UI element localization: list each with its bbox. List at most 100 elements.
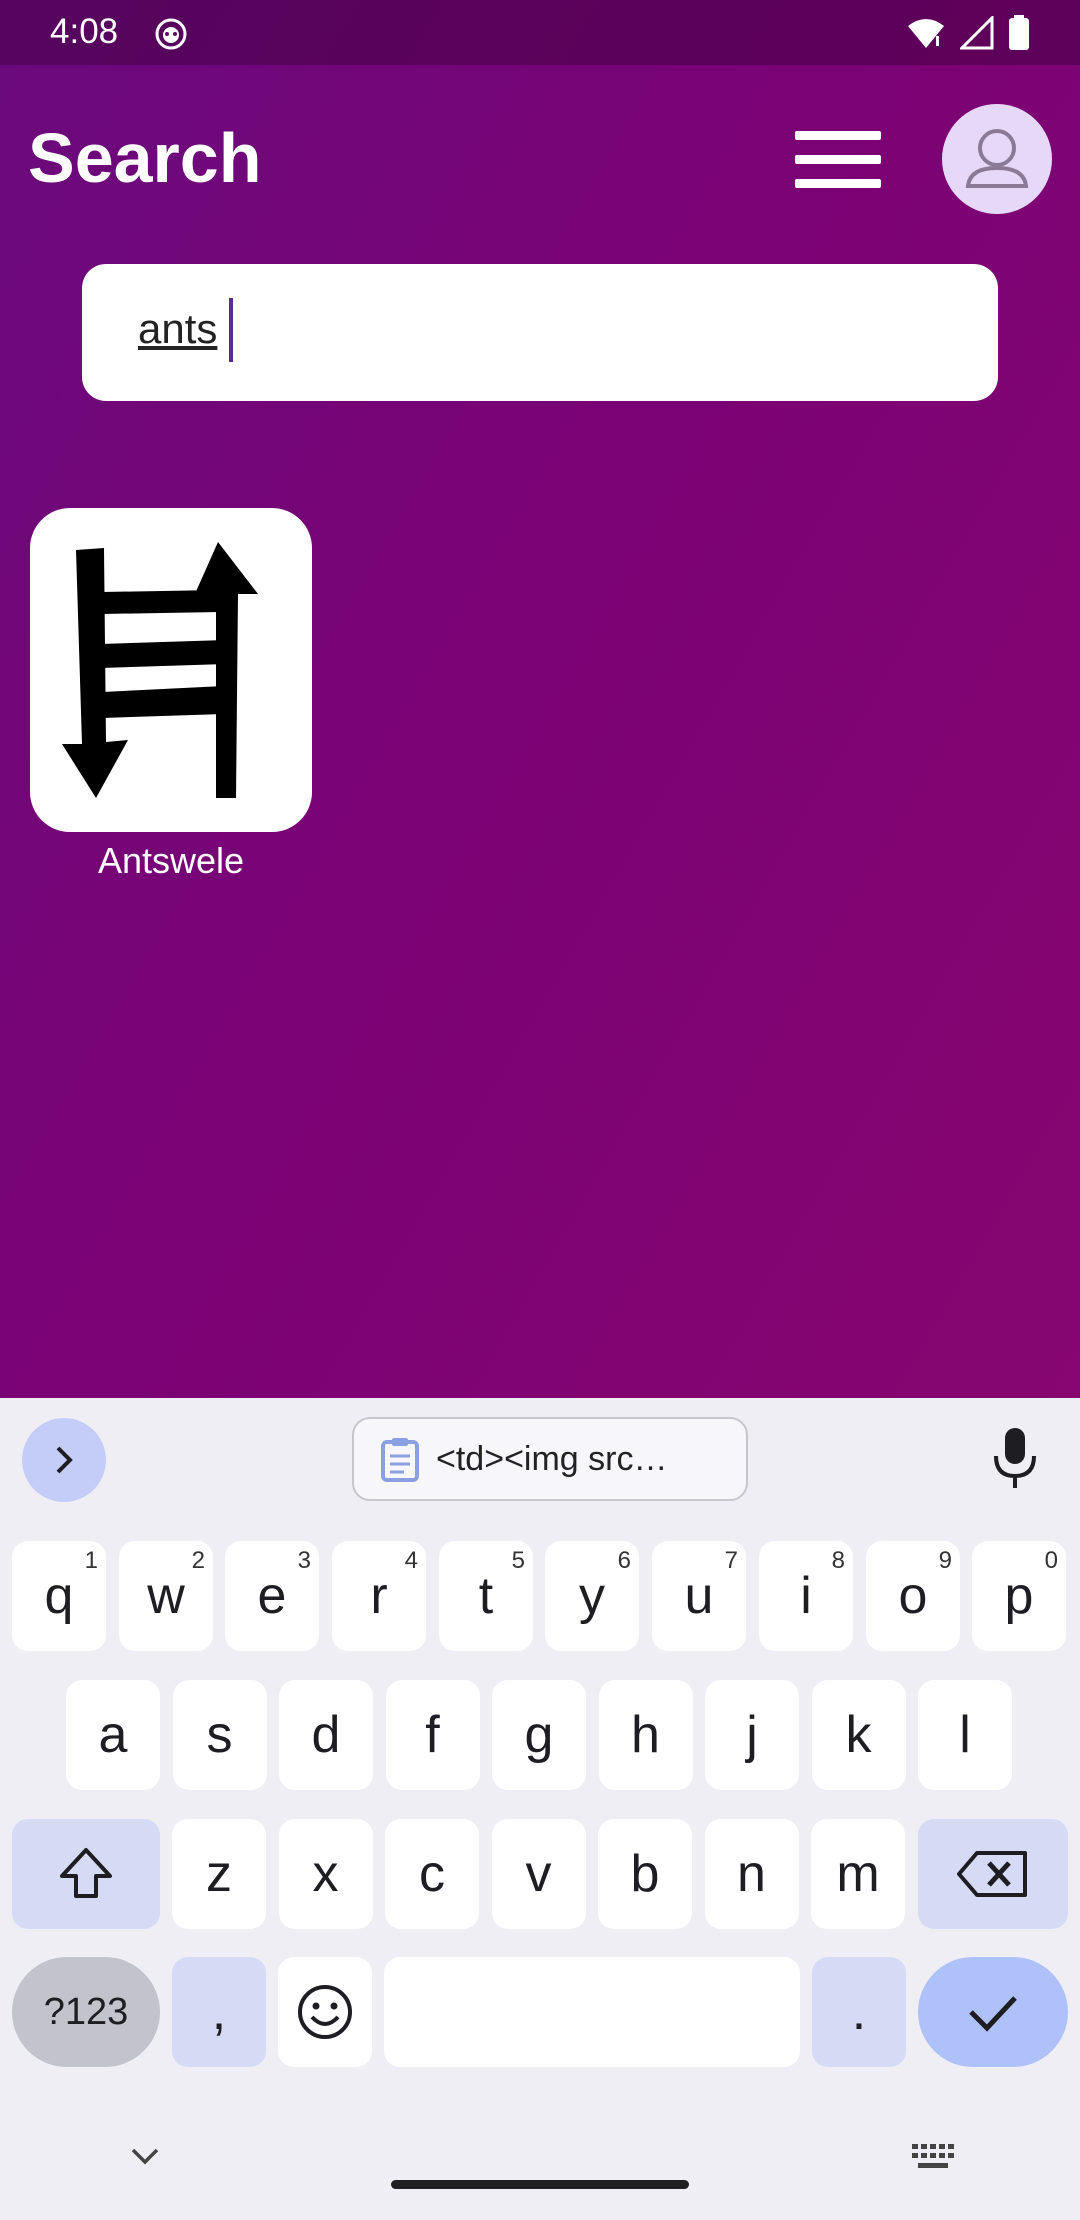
key-c[interactable]: c — [385, 1819, 479, 1929]
key-label: o — [898, 1567, 928, 1625]
key-label: t — [478, 1567, 494, 1625]
key-k[interactable]: k — [811, 1680, 906, 1790]
key-label: e — [257, 1567, 287, 1625]
checkmark-icon — [969, 1996, 1017, 2032]
microphone-icon — [994, 1428, 1036, 1488]
key-q[interactable]: q1 — [12, 1541, 106, 1651]
key-label: h — [631, 1706, 660, 1764]
page-title: Search — [28, 119, 262, 197]
key-label: p — [1004, 1567, 1034, 1625]
key-i[interactable]: i8 — [759, 1541, 853, 1651]
key-label: f — [425, 1706, 440, 1764]
search-field-container — [82, 264, 998, 401]
key-v[interactable]: v — [491, 1819, 586, 1929]
chevron-right-icon — [56, 1446, 73, 1474]
status-bar: 4:08 — [0, 0, 1080, 65]
key-label: y — [579, 1567, 605, 1625]
key-label: r — [370, 1567, 388, 1625]
backspace-key[interactable] — [918, 1819, 1068, 1929]
key-r[interactable]: r4 — [332, 1541, 426, 1651]
battery-icon — [1009, 15, 1029, 50]
hide-keyboard-chevron-icon[interactable] — [125, 2142, 165, 2170]
key-label: a — [98, 1706, 128, 1764]
enter-key[interactable] — [918, 1957, 1068, 2067]
key-d[interactable]: d — [279, 1680, 373, 1790]
space-key[interactable] — [384, 1957, 800, 2067]
clipboard-text: <td><img src… — [436, 1439, 668, 1478]
backspace-icon — [957, 1851, 1027, 1897]
key-s[interactable]: s — [172, 1680, 267, 1790]
key-number-hint: 1 — [84, 1547, 98, 1574]
key-h[interactable]: h — [598, 1680, 693, 1790]
key-number-hint: 0 — [1044, 1547, 1058, 1574]
key-y[interactable]: y6 — [545, 1541, 639, 1651]
status-time: 4:08 — [50, 12, 119, 51]
result-item[interactable]: Antswele — [30, 508, 312, 882]
keyboard-expand-button[interactable] — [22, 1418, 106, 1502]
comma-key[interactable]: , — [172, 1957, 266, 2067]
emoji-key[interactable] — [278, 1957, 372, 2067]
key-b[interactable]: b — [598, 1819, 692, 1929]
key-number-hint: 4 — [404, 1547, 418, 1574]
key-l[interactable]: l — [918, 1680, 1012, 1790]
key-number-hint: 3 — [297, 1547, 311, 1574]
shift-key[interactable] — [12, 1819, 160, 1929]
key-label: g — [524, 1706, 554, 1764]
key-a[interactable]: a — [66, 1680, 160, 1790]
wifi-icon — [908, 19, 944, 48]
key-u[interactable]: u7 — [652, 1541, 746, 1651]
key-g[interactable]: g — [492, 1680, 586, 1790]
key-label: x — [312, 1845, 339, 1903]
key-t[interactable]: t5 — [439, 1541, 533, 1651]
search-input[interactable] — [138, 294, 938, 364]
key-e[interactable]: e3 — [225, 1541, 319, 1651]
key-m[interactable]: m — [811, 1819, 905, 1929]
key-label: j — [746, 1706, 758, 1764]
key-p[interactable]: p0 — [972, 1541, 1066, 1651]
voice-input-button[interactable] — [990, 1426, 1040, 1490]
key-w[interactable]: w2 — [119, 1541, 213, 1651]
key-label: u — [684, 1567, 714, 1625]
key-o[interactable]: o9 — [866, 1541, 960, 1651]
user-avatar-button[interactable] — [942, 104, 1052, 214]
menu-line-icon — [795, 155, 881, 164]
menu-line-icon — [795, 131, 881, 140]
key-label: n — [737, 1845, 766, 1903]
shift-icon — [60, 1848, 112, 1898]
menu-line-icon — [795, 179, 881, 188]
key-n[interactable]: n — [704, 1819, 799, 1929]
cat-notification-icon — [155, 18, 187, 50]
key-z[interactable]: z — [172, 1819, 266, 1929]
key-number-hint: 6 — [617, 1547, 631, 1574]
symbols-key-label: ?123 — [43, 1990, 129, 2033]
key-label: w — [147, 1567, 185, 1625]
key-label: d — [311, 1706, 341, 1764]
symbols-key[interactable]: ?123 — [12, 1957, 160, 2067]
key-x[interactable]: x — [278, 1819, 373, 1929]
key-j[interactable]: j — [705, 1680, 799, 1790]
period-key[interactable]: . — [812, 1957, 906, 2067]
text-cursor — [229, 298, 233, 362]
key-label: k — [845, 1706, 872, 1764]
search-screen: 4:08 Search ants Antswele — [0, 0, 1080, 1398]
home-gesture-bar[interactable] — [391, 2180, 689, 2189]
keyboard-switch-icon[interactable] — [910, 2142, 958, 2172]
signal-icon — [960, 16, 994, 50]
system-icons — [906, 14, 1030, 52]
key-f[interactable]: f — [385, 1680, 480, 1790]
key-label: v — [525, 1845, 552, 1903]
period-key-label: . — [851, 1983, 867, 2041]
key-number-hint: 8 — [831, 1547, 845, 1574]
keyboard-toolbar: <td><img src… — [0, 1398, 1080, 1518]
hamburger-menu-button[interactable] — [795, 128, 881, 190]
clipboard-suggestion-chip[interactable]: <td><img src… — [352, 1417, 748, 1501]
key-number-hint: 2 — [191, 1547, 205, 1574]
key-label: q — [44, 1567, 74, 1625]
result-tile[interactable] — [30, 508, 312, 832]
key-label: i — [800, 1567, 812, 1625]
key-number-hint: 9 — [938, 1547, 952, 1574]
key-label: c — [419, 1845, 445, 1903]
key-number-hint: 5 — [511, 1547, 525, 1574]
key-label: b — [630, 1845, 660, 1903]
emoji-icon — [298, 1985, 352, 2039]
